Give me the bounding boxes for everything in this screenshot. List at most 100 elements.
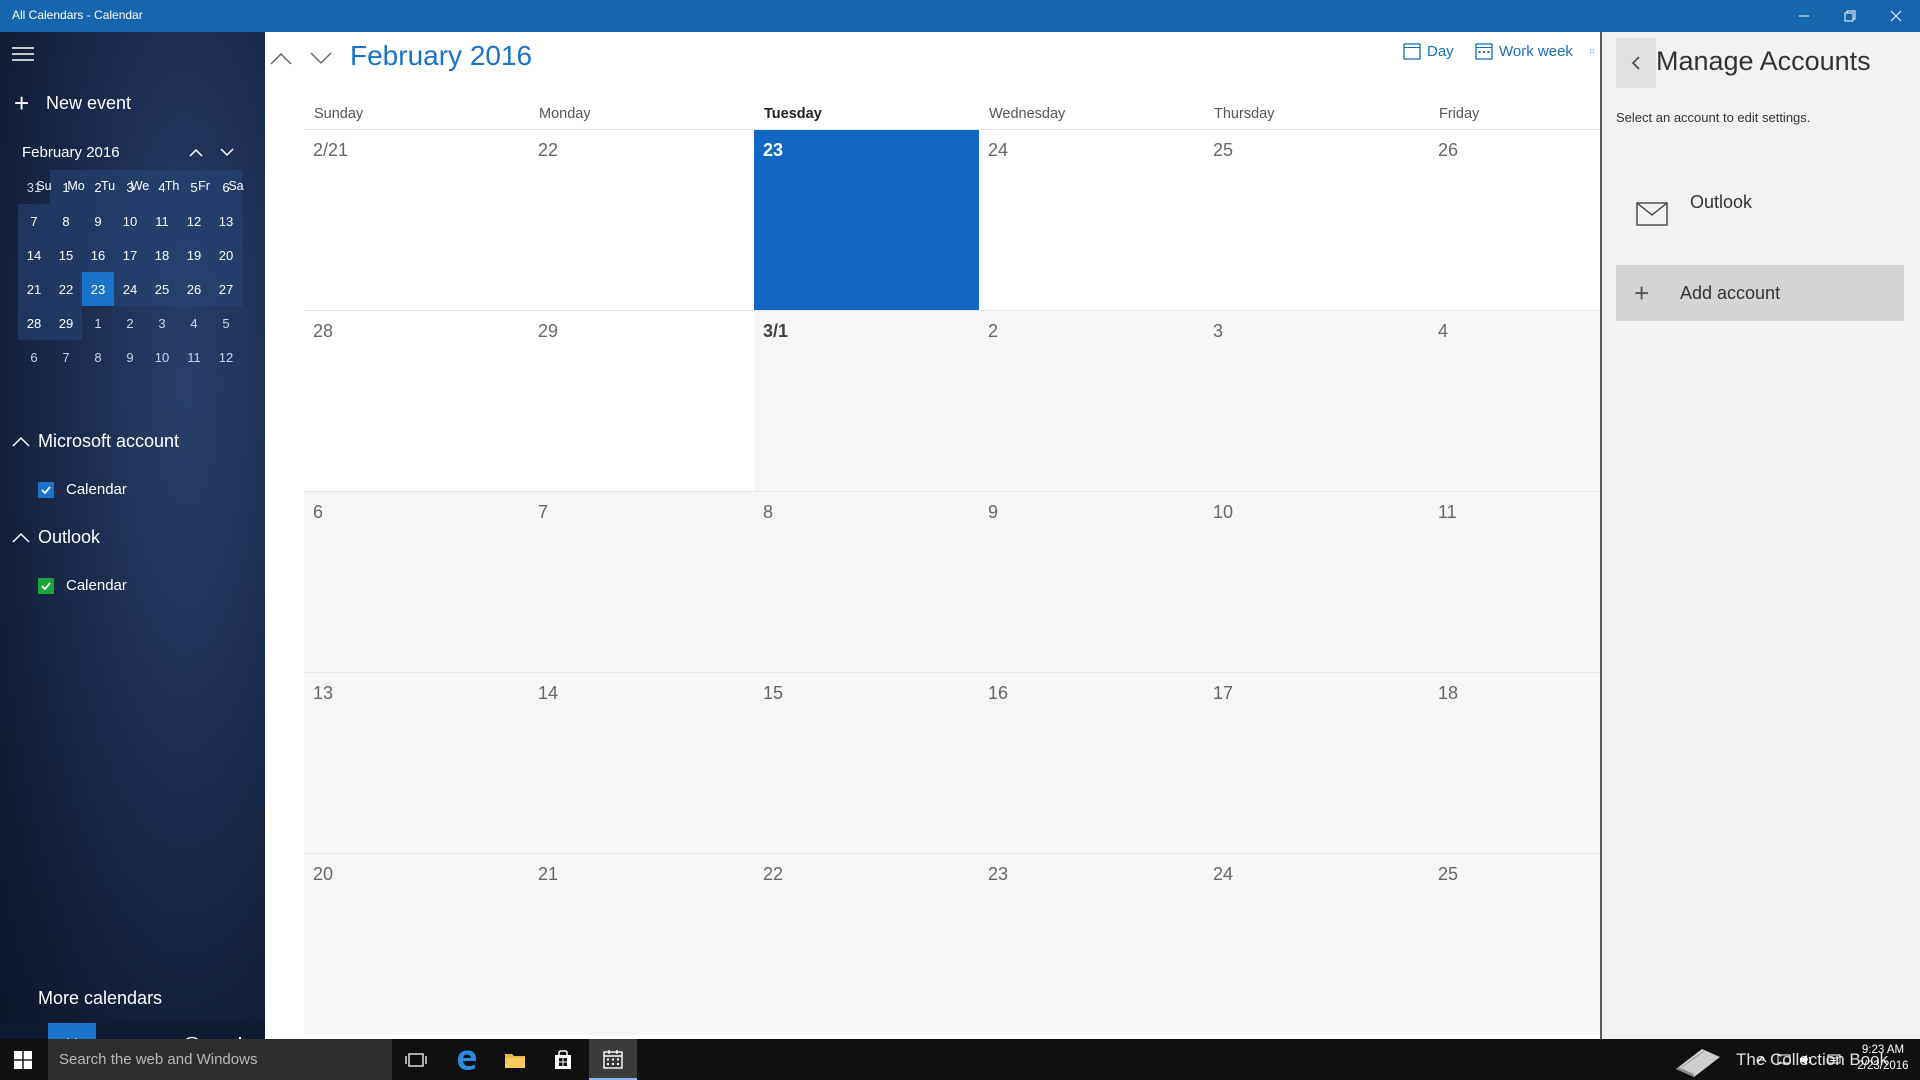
- day-cell[interactable]: 3/1: [754, 311, 979, 492]
- day-cell[interactable]: 24: [979, 130, 1204, 311]
- day-cell[interactable]: 22: [754, 854, 979, 1035]
- mini-day[interactable]: 12: [178, 204, 210, 238]
- mini-calendar-title[interactable]: February 2016: [22, 144, 120, 161]
- work-week-view-button[interactable]: Work week: [1475, 42, 1573, 60]
- mini-day[interactable]: 3: [146, 306, 178, 340]
- mini-next-month-button[interactable]: [215, 142, 239, 162]
- day-cell[interactable]: 28: [304, 311, 529, 492]
- mini-day[interactable]: 17: [114, 238, 146, 272]
- hamburger-menu-button[interactable]: [12, 44, 40, 64]
- start-button[interactable]: [0, 1039, 46, 1080]
- mini-day[interactable]: 14: [18, 238, 50, 272]
- mini-day[interactable]: 2: [114, 306, 146, 340]
- mini-day[interactable]: 22: [50, 272, 82, 306]
- mini-prev-month-button[interactable]: [184, 142, 208, 162]
- volume-button[interactable]: [1796, 1039, 1816, 1080]
- mini-day[interactable]: 5: [210, 306, 242, 340]
- calendar-toggle-outlook[interactable]: Calendar: [38, 577, 127, 594]
- settings-button[interactable]: [216, 1023, 264, 1039]
- mini-day[interactable]: 9: [114, 340, 146, 374]
- more-calendars-link[interactable]: More calendars: [38, 988, 162, 1009]
- mini-day[interactable]: 6: [18, 340, 50, 374]
- mini-day[interactable]: 1: [82, 306, 114, 340]
- account-item-outlook[interactable]: Outlook: [1616, 190, 1906, 248]
- mini-day[interactable]: 28: [18, 306, 50, 340]
- mini-day[interactable]: 20: [210, 238, 242, 272]
- day-cell[interactable]: 13: [304, 673, 529, 854]
- mini-day[interactable]: 24: [114, 272, 146, 306]
- taskbar-search-box[interactable]: Search the web and Windows: [48, 1039, 392, 1080]
- day-cell[interactable]: 16: [979, 673, 1204, 854]
- show-hidden-icons-button[interactable]: [1752, 1039, 1772, 1080]
- day-cell[interactable]: 23: [979, 854, 1204, 1035]
- day-view-button[interactable]: Day: [1403, 42, 1454, 60]
- account-header-microsoft[interactable]: Microsoft account: [10, 431, 179, 452]
- calendar-app-taskbar-button[interactable]: [589, 1039, 637, 1080]
- minimize-button[interactable]: [1781, 0, 1827, 32]
- file-explorer-button[interactable]: [491, 1039, 539, 1080]
- mini-day[interactable]: 21: [18, 272, 50, 306]
- edge-browser-button[interactable]: [443, 1039, 491, 1080]
- day-cell[interactable]: 2/21: [304, 130, 529, 311]
- day-cell[interactable]: 3: [1204, 311, 1429, 492]
- day-number: 13: [313, 683, 334, 703]
- day-cell[interactable]: 17: [1204, 673, 1429, 854]
- mini-day[interactable]: 7: [18, 204, 50, 238]
- day-cell[interactable]: 24: [1204, 854, 1429, 1035]
- day-cell[interactable]: 9: [979, 492, 1204, 673]
- mini-day[interactable]: 8: [82, 340, 114, 374]
- day-cell[interactable]: 22: [529, 130, 754, 311]
- feedback-button[interactable]: [168, 1023, 216, 1039]
- add-account-button[interactable]: + Add account: [1616, 265, 1904, 321]
- action-center-button[interactable]: [1824, 1039, 1844, 1080]
- day-cell[interactable]: 15: [754, 673, 979, 854]
- mini-day[interactable]: 9: [82, 204, 114, 238]
- calendar-toggle-microsoft[interactable]: Calendar: [38, 481, 127, 498]
- day-cell[interactable]: 29: [529, 311, 754, 492]
- day-cell[interactable]: 2: [979, 311, 1204, 492]
- checkbox[interactable]: [38, 577, 54, 594]
- taskbar-clock[interactable]: 9:23 AM 2/23/2016: [1855, 1042, 1911, 1074]
- day-cell[interactable]: 7: [529, 492, 754, 673]
- task-view-button[interactable]: [392, 1039, 440, 1080]
- mini-day[interactable]: 11: [146, 204, 178, 238]
- back-button[interactable]: [1616, 38, 1656, 88]
- day-cell[interactable]: 10: [1204, 492, 1429, 673]
- mini-day[interactable]: 13: [210, 204, 242, 238]
- mini-day[interactable]: 29: [50, 306, 82, 340]
- next-month-button[interactable]: [305, 42, 337, 74]
- mini-day[interactable]: 8: [50, 204, 82, 238]
- day-cell[interactable]: 23: [754, 130, 979, 311]
- mini-day[interactable]: 15: [50, 238, 82, 272]
- week-view-button[interactable]: [1590, 42, 1600, 60]
- mini-day[interactable]: 27: [210, 272, 242, 306]
- mini-day[interactable]: 16: [82, 238, 114, 272]
- mini-day[interactable]: 26: [178, 272, 210, 306]
- day-cell[interactable]: 8: [754, 492, 979, 673]
- account-header-outlook[interactable]: Outlook: [10, 527, 100, 548]
- day-cell[interactable]: 25: [1204, 130, 1429, 311]
- mail-button[interactable]: [0, 1023, 48, 1039]
- mini-day[interactable]: 11: [178, 340, 210, 374]
- mini-day[interactable]: 4: [178, 306, 210, 340]
- day-cell[interactable]: 21: [529, 854, 754, 1035]
- close-button[interactable]: [1873, 0, 1919, 32]
- store-button[interactable]: [539, 1039, 587, 1080]
- calendar-button[interactable]: [48, 1023, 96, 1039]
- mini-day[interactable]: 18: [146, 238, 178, 272]
- day-cell[interactable]: 6: [304, 492, 529, 673]
- restore-button[interactable]: [1827, 0, 1873, 32]
- mini-day[interactable]: 25: [146, 272, 178, 306]
- checkbox[interactable]: [38, 481, 54, 498]
- mini-day[interactable]: 23: [82, 272, 114, 306]
- mini-day[interactable]: 7: [50, 340, 82, 374]
- day-cell[interactable]: 14: [529, 673, 754, 854]
- network-button[interactable]: [1774, 1039, 1794, 1080]
- mini-day[interactable]: 10: [146, 340, 178, 374]
- day-cell[interactable]: 20: [304, 854, 529, 1035]
- mini-day[interactable]: 19: [178, 238, 210, 272]
- mini-day[interactable]: 10: [114, 204, 146, 238]
- new-event-button[interactable]: + New event: [14, 90, 131, 116]
- previous-month-button[interactable]: [265, 42, 297, 74]
- mini-day[interactable]: 12: [210, 340, 242, 374]
